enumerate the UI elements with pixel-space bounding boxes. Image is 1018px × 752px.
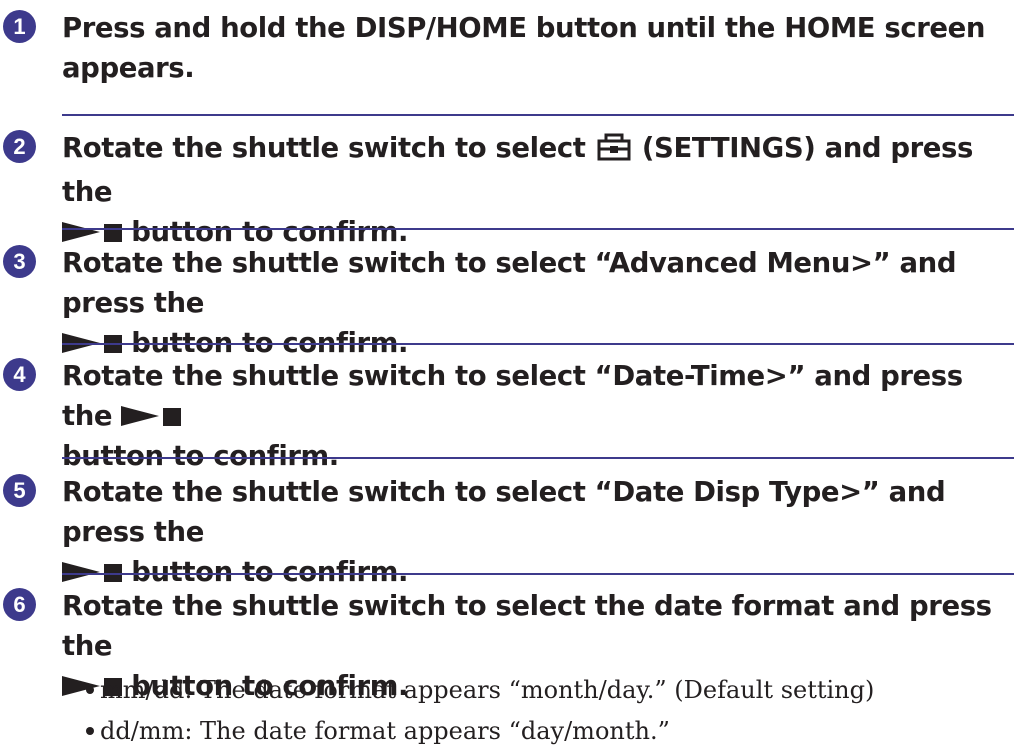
step-4-line-1: Rotate the shuttle switch to select “Dat…	[62, 356, 1012, 436]
step-2-line-1-start: Rotate the shuttle switch to select	[62, 132, 586, 164]
date-format-options: mm/dd: The date format appears “month/da…	[86, 670, 874, 752]
step-number-badge: 2	[3, 130, 36, 163]
play-icon	[62, 222, 100, 242]
divider	[62, 114, 1014, 116]
step-4-line-2: button to confirm.	[62, 440, 339, 472]
step-number-badge: 1	[3, 10, 36, 43]
divider	[62, 343, 1014, 345]
step-number-badge: 4	[3, 358, 36, 391]
step-number-badge: 3	[3, 245, 36, 278]
step-2-text: Rotate the shuttle switch to select (SET…	[62, 128, 1012, 252]
settings-icon	[597, 132, 631, 172]
step-4-line-1-text: Rotate the shuttle switch to select “Dat…	[62, 360, 963, 432]
option-item: dd/mm: The date format appears “day/mont…	[86, 711, 874, 752]
bullet-icon	[86, 727, 94, 735]
option-item: mm/dd: The date format appears “month/da…	[86, 670, 874, 711]
instruction-page: { "accent_color": "#3d3a8c", "steps": [ …	[0, 0, 1018, 747]
play-icon	[62, 562, 100, 582]
divider	[62, 573, 1014, 575]
step-number-badge: 5	[3, 474, 36, 507]
step-1-line-1: Press and hold the DISP/HOME button unti…	[62, 12, 986, 44]
step-1-text: Press and hold the DISP/HOME button unti…	[62, 8, 1012, 88]
stop-icon	[163, 408, 182, 426]
divider	[62, 228, 1014, 230]
step-1-line-2: appears.	[62, 52, 195, 84]
step-5-line-2-text: button to confirm.	[131, 556, 409, 588]
step-3-text: Rotate the shuttle switch to select “Adv…	[62, 243, 1012, 363]
option-text: dd/mm: The date format appears “day/mont…	[100, 717, 670, 745]
bullet-icon	[86, 686, 94, 694]
divider	[62, 457, 1014, 459]
step-5-line-1: Rotate the shuttle switch to select “Dat…	[62, 476, 946, 548]
option-text: mm/dd: The date format appears “month/da…	[100, 676, 875, 704]
step-6-line-1: Rotate the shuttle switch to select the …	[62, 590, 992, 662]
step-number-badge: 6	[3, 588, 36, 621]
play-icon	[121, 406, 160, 426]
step-3-line-1: Rotate the shuttle switch to select “Adv…	[62, 247, 957, 319]
step-2-line-1: Rotate the shuttle switch to select (SET…	[62, 128, 1012, 212]
stop-icon	[104, 224, 122, 242]
